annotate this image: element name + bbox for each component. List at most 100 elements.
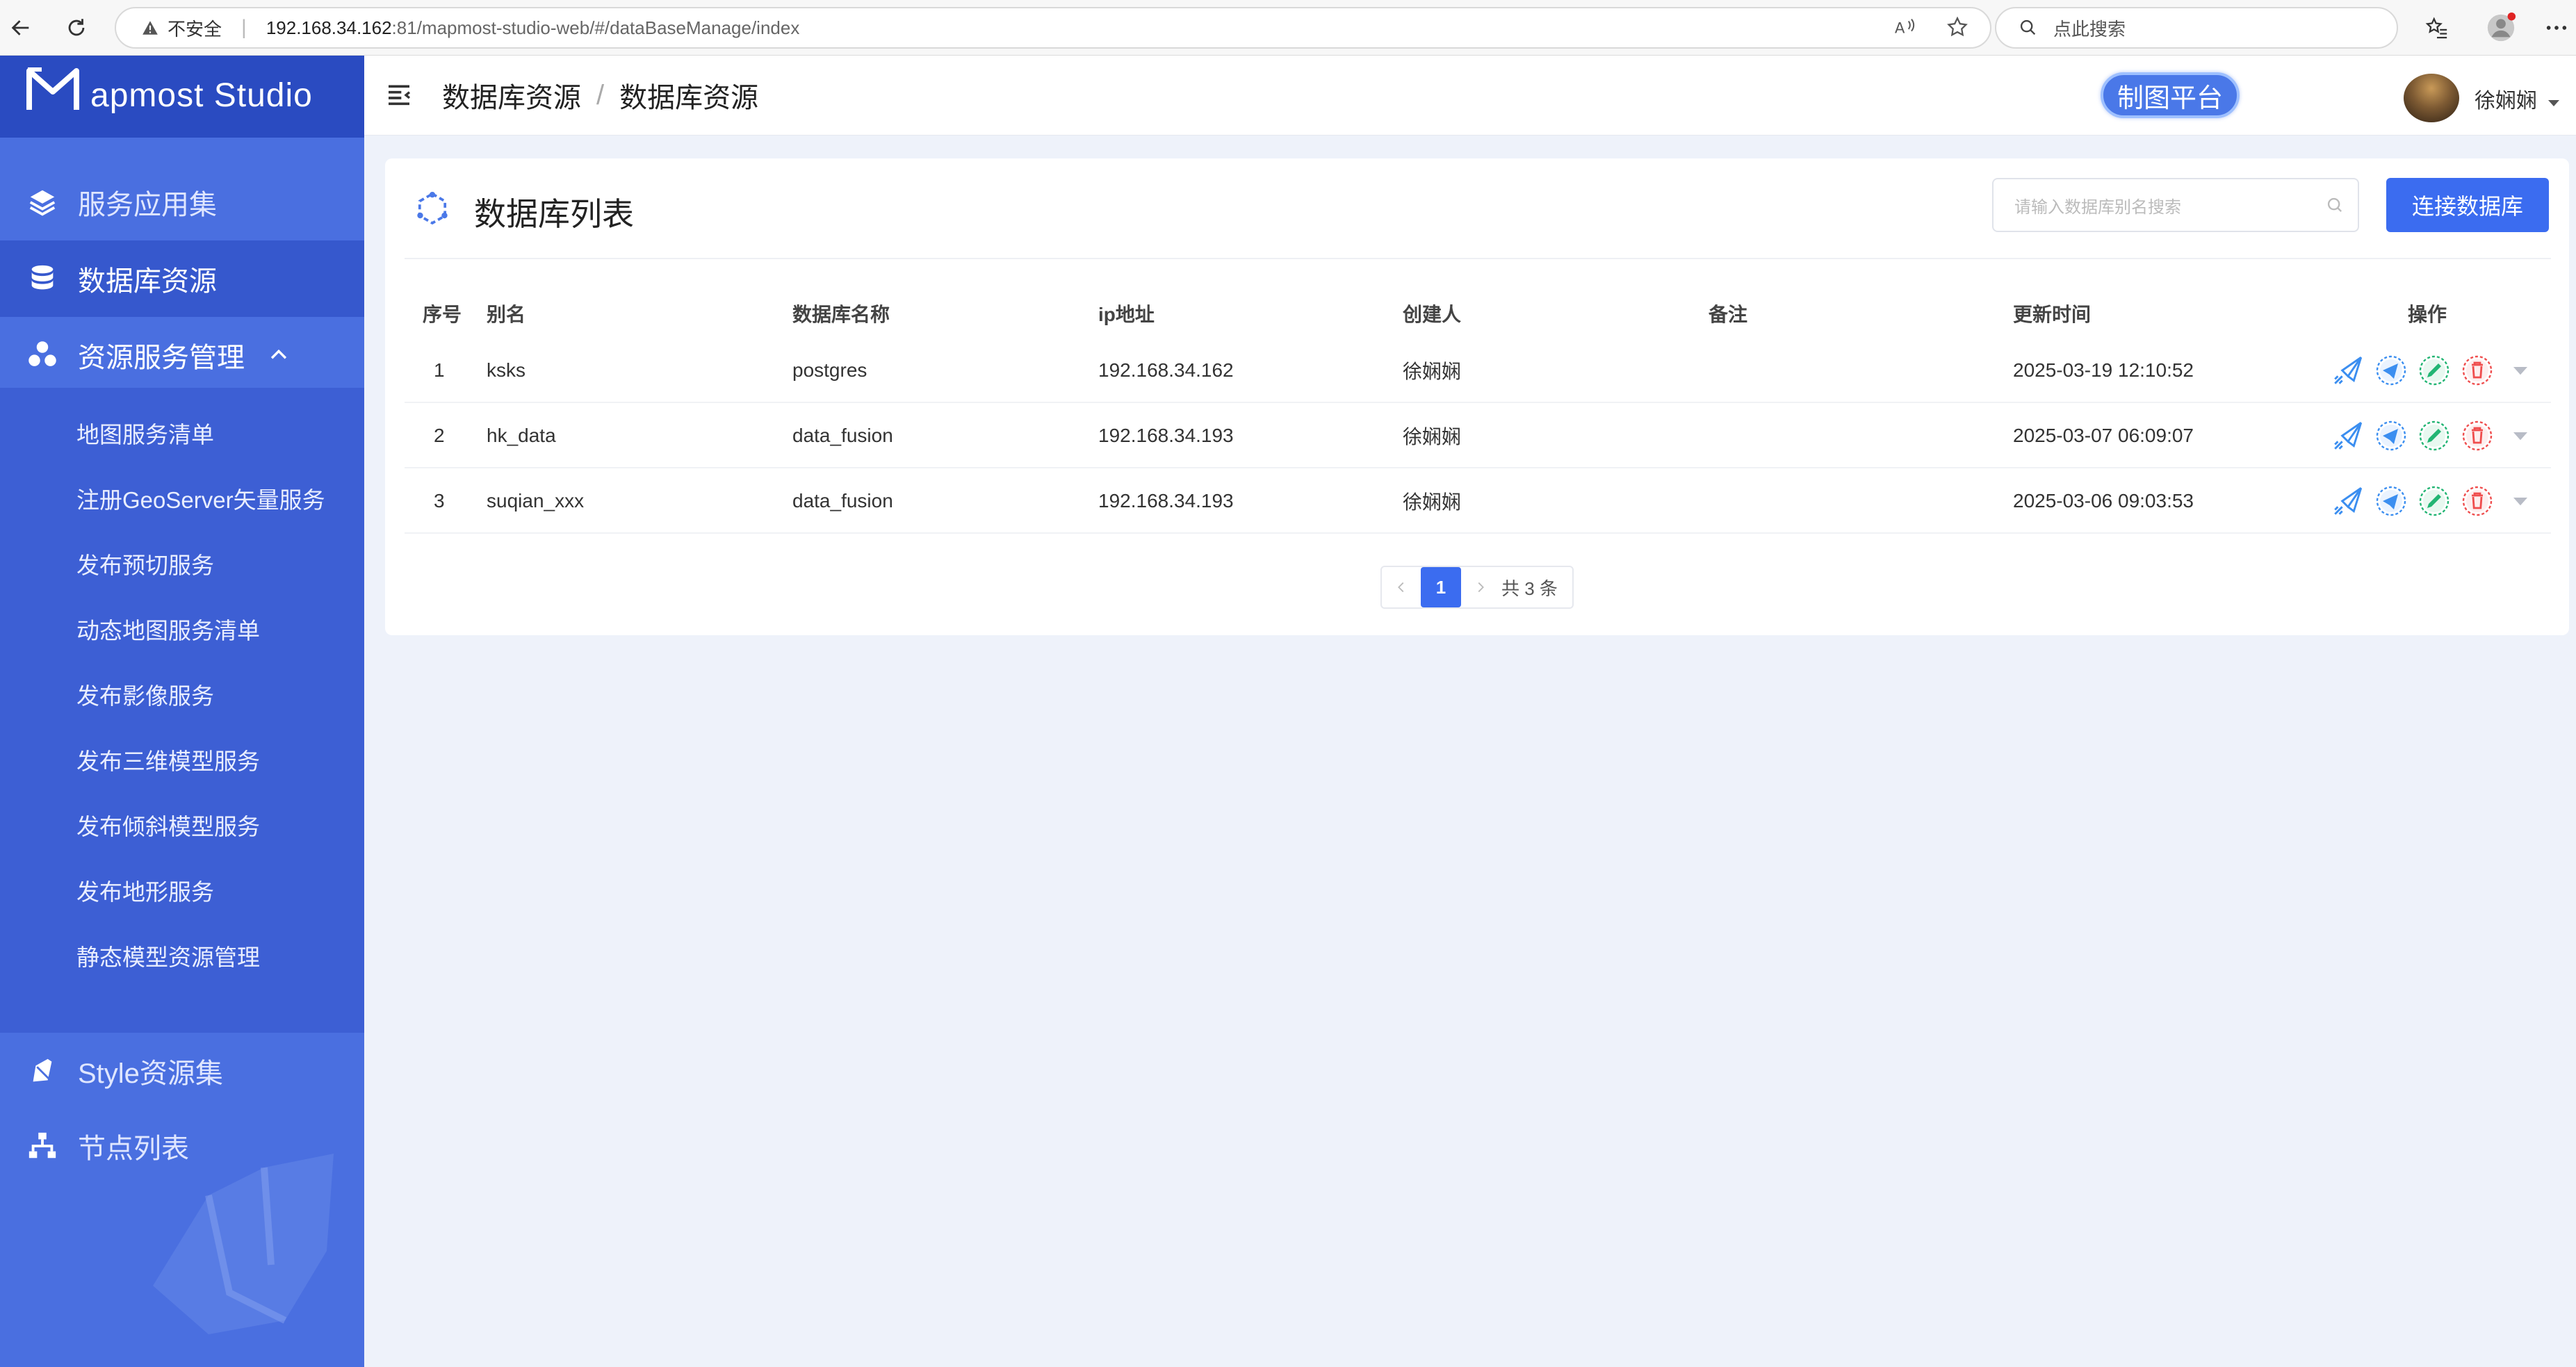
sub-item-publish-oblique[interactable]: 发布倾斜模型服务 — [76, 794, 354, 856]
layers-icon — [29, 190, 56, 216]
cell-db-name: data_fusion — [792, 425, 893, 446]
divider — [405, 258, 2551, 259]
delete-icon[interactable] — [2459, 418, 2495, 454]
sub-item-publish-precut[interactable]: 发布预切服务 — [76, 532, 354, 595]
column-header-ip: ip地址 — [1098, 304, 1155, 325]
read-aloud-icon[interactable]: A — [1893, 15, 1916, 39]
delete-icon[interactable] — [2459, 352, 2495, 388]
column-header-db-name: 数据库名称 — [792, 304, 890, 325]
send-icon[interactable] — [2373, 352, 2409, 388]
reload-icon[interactable] — [58, 10, 95, 46]
sub-item-static-model-mgmt[interactable]: 静态模型资源管理 — [76, 924, 354, 987]
pagination: 1 共 3 条 — [1380, 566, 1574, 609]
favorites-list-icon[interactable] — [2419, 10, 2455, 46]
row-actions — [2330, 468, 2538, 534]
cell-db-name: postgres — [792, 359, 867, 381]
svg-text:A: A — [1895, 20, 1905, 38]
address-bar[interactable]: 不安全 | 192.168.34.162:81/mapmost-studio-w… — [115, 7, 1991, 49]
caret-down-icon[interactable] — [2545, 95, 2562, 111]
sidebar-item-label: 资源服务管理 — [78, 343, 245, 373]
edit-icon[interactable] — [2416, 483, 2452, 519]
cell-index: 3 — [434, 490, 445, 511]
database-icon — [31, 265, 54, 290]
cell-alias: suqian_xxx — [487, 490, 585, 511]
url-path: :81/mapmost-studio-web/#/dataBaseManage/… — [391, 17, 800, 38]
cell-index: 2 — [434, 425, 445, 446]
sidebar-item-database-resources[interactable]: 数据库资源 — [0, 240, 364, 317]
table-row: 2 hk_data data_fusion 192.168.34.193 徐娴娴… — [405, 403, 2551, 468]
back-icon[interactable] — [3, 10, 39, 46]
more-dropdown-icon[interactable] — [2502, 483, 2538, 519]
top-header: 数据库资源 / 数据库资源 制图平台 徐娴娴 — [364, 56, 2576, 136]
card-header: 数据库列表 请输入数据库别名搜索 连接数据库 — [385, 158, 2569, 259]
more-dropdown-icon[interactable] — [2502, 418, 2538, 454]
alias-search-input[interactable]: 请输入数据库别名搜索 — [1992, 178, 2359, 232]
breadcrumb-item[interactable]: 数据库资源 — [442, 75, 581, 115]
send-icon[interactable] — [2373, 418, 2409, 454]
publish-rocket-icon[interactable] — [2330, 418, 2366, 454]
insecure-label: 不安全 — [168, 18, 222, 40]
avatar[interactable] — [2404, 74, 2459, 122]
table-header: 序号 别名 数据库名称 ip地址 创建人 备注 更新时间 操作 — [405, 292, 2551, 335]
profile-icon[interactable] — [2483, 10, 2519, 46]
node-tree-icon — [28, 1132, 56, 1159]
sub-item-register-geoserver[interactable]: 注册GeoServer矢量服务 — [76, 467, 354, 530]
cell-index: 1 — [434, 359, 445, 381]
favorite-star-icon[interactable] — [1946, 15, 1969, 39]
page-title: 数据库列表 — [474, 196, 634, 232]
sub-item-map-service-list[interactable]: 地图服务清单 — [76, 402, 354, 464]
sidebar-item-label: 服务应用集 — [78, 190, 217, 220]
cell-alias: ksks — [487, 359, 525, 381]
browser-search-box[interactable]: 点此搜索 — [1995, 7, 2398, 49]
cell-updated: 2025-03-06 09:03:53 — [2013, 490, 2194, 511]
database-list-card: 数据库列表 请输入数据库别名搜索 连接数据库 序号 别名 数据库名称 ip地址 … — [385, 158, 2569, 635]
search-icon[interactable] — [2326, 196, 2345, 215]
row-actions — [2330, 403, 2538, 468]
cell-alias: hk_data — [487, 425, 556, 446]
edit-icon[interactable] — [2416, 418, 2452, 454]
cluster-icon — [28, 341, 56, 366]
column-header-updated: 更新时间 — [2013, 304, 2092, 325]
column-header-index: 序号 — [423, 304, 462, 325]
sidebar-item-style-resources[interactable]: Style资源集 — [0, 1033, 364, 1109]
alias-search-placeholder: 请输入数据库别名搜索 — [2014, 197, 2181, 217]
cell-creator: 徐娴娴 — [1403, 491, 1462, 513]
insecure-indicator[interactable]: 不安全 — [141, 15, 222, 41]
column-header-creator: 创建人 — [1403, 304, 1462, 325]
cell-ip: 192.168.34.193 — [1098, 425, 1234, 446]
sub-item-publish-imagery[interactable]: 发布影像服务 — [76, 663, 354, 726]
publish-rocket-icon[interactable] — [2330, 352, 2366, 388]
sidebar-item-resource-service-mgmt[interactable]: 资源服务管理 — [0, 317, 364, 393]
page-number-current[interactable]: 1 — [1421, 567, 1461, 607]
logo[interactable]: apmost Studio — [0, 56, 364, 138]
more-dropdown-icon[interactable] — [2502, 352, 2538, 388]
sidebar-item-service-apps[interactable]: 服务应用集 — [0, 164, 364, 240]
connect-database-button[interactable]: 连接数据库 — [2386, 178, 2549, 232]
more-icon[interactable] — [2538, 10, 2575, 46]
cell-updated: 2025-03-07 06:09:07 — [2013, 425, 2194, 446]
sub-item-dynamic-map-list[interactable]: 动态地图服务清单 — [76, 598, 354, 660]
send-icon[interactable] — [2373, 483, 2409, 519]
column-header-actions: 操作 — [2408, 304, 2447, 325]
cell-updated: 2025-03-19 12:10:52 — [2013, 359, 2194, 381]
sidebar: apmost Studio 服务应用集 数据库资源 资源服务管理 地图服务清单 … — [0, 56, 364, 1367]
browser-search-placeholder: 点此搜索 — [2053, 18, 2126, 40]
url-divider: | — [241, 16, 247, 39]
next-page-icon[interactable] — [1461, 580, 1500, 595]
chevron-up-icon[interactable] — [267, 343, 291, 367]
menu-toggle-icon[interactable] — [385, 81, 413, 108]
sub-item-publish-3d-model[interactable]: 发布三维模型服务 — [76, 728, 354, 791]
publish-rocket-icon[interactable] — [2330, 483, 2366, 519]
sidebar-item-label: 数据库资源 — [78, 266, 217, 297]
mapmost-logo-icon — [26, 67, 79, 110]
delete-icon[interactable] — [2459, 483, 2495, 519]
breadcrumb-item-current: 数据库资源 — [619, 83, 759, 113]
sub-item-publish-terrain[interactable]: 发布地形服务 — [76, 859, 354, 922]
user-name[interactable]: 徐娴娴 — [2475, 83, 2537, 114]
url-host: 192.168.34.162 — [266, 17, 392, 38]
edit-icon[interactable] — [2416, 352, 2452, 388]
row-actions — [2330, 338, 2538, 403]
column-header-note: 备注 — [1709, 304, 1748, 325]
map-platform-button[interactable]: 制图平台 — [2101, 72, 2240, 118]
prev-page-icon[interactable] — [1382, 580, 1421, 595]
